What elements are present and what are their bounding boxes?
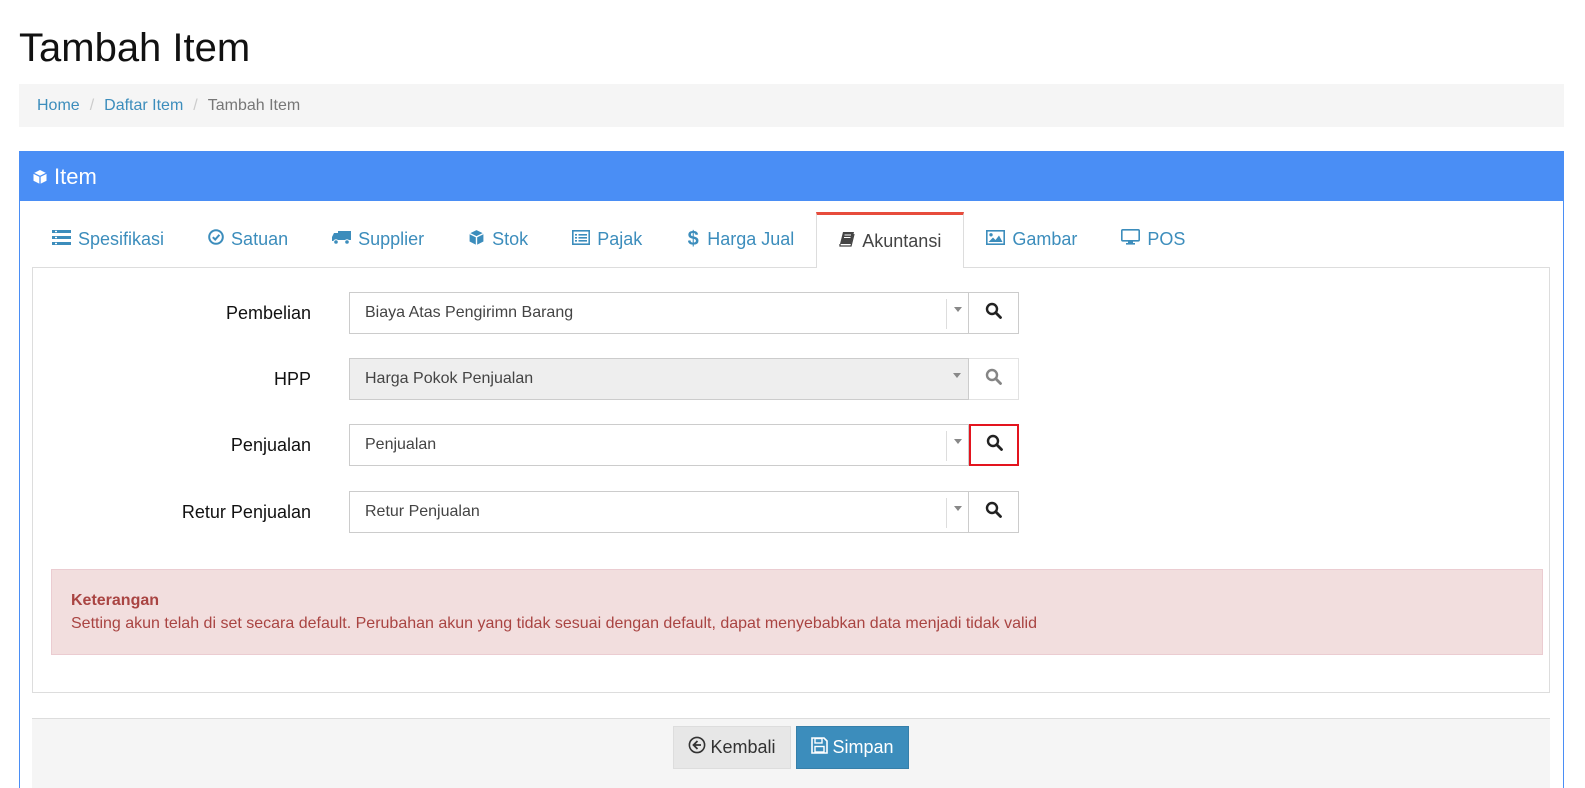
back-button-label: Kembali: [710, 737, 776, 757]
panel-title: Item: [54, 163, 97, 189]
field-label: HPP: [273, 369, 311, 389]
list-alt-icon: [572, 229, 591, 250]
caret-down-icon: [953, 307, 962, 312]
search-icon: [985, 368, 1002, 390]
caret-down-icon: [953, 373, 961, 378]
desktop-icon: [1121, 229, 1141, 250]
list-icon: [52, 229, 71, 250]
tab-pos[interactable]: POS: [1099, 212, 1207, 267]
tab-label: Pajak: [597, 229, 643, 249]
select-value: Retur Penjualan: [365, 503, 480, 520]
dropdown-arrow: [946, 365, 968, 395]
tab-label: Stok: [492, 229, 529, 249]
select-value: Biaya Atas Pengirimn Barang: [365, 304, 574, 321]
dropdown-arrow[interactable]: [946, 299, 968, 329]
penjualan-account-select[interactable]: Penjualan: [349, 424, 969, 466]
pembelian-search-button[interactable]: [969, 292, 1019, 334]
caret-down-icon: [953, 439, 962, 444]
form-row-hpp: HPP Harga Pokok Penjualan: [33, 358, 1549, 400]
form-row-pembelian: Pembelian Biaya Atas Pengirimn Barang: [33, 292, 1549, 334]
breadcrumb-separator: /: [89, 96, 95, 114]
save-button[interactable]: Simpan: [796, 726, 909, 769]
check-circle-icon: [208, 229, 224, 250]
hpp-search-button: [969, 358, 1019, 400]
tab-satuan[interactable]: Satuan: [186, 212, 310, 267]
breadcrumb-home-link[interactable]: Home: [37, 97, 80, 115]
tab-label: Satuan: [231, 229, 289, 249]
dollar-icon: $: [687, 228, 699, 250]
alert-title: Keterangan: [71, 592, 160, 609]
back-button[interactable]: Kembali: [673, 726, 791, 769]
tab-spesifikasi[interactable]: Spesifikasi: [32, 212, 186, 267]
page-title: Tambah Item: [19, 26, 251, 70]
select-value: Penjualan: [365, 436, 437, 453]
penjualan-search-button[interactable]: [969, 424, 1019, 466]
breadcrumb-separator: /: [193, 96, 198, 114]
dropdown-arrow[interactable]: [946, 498, 968, 528]
tab-label: Supplier: [358, 229, 425, 249]
tab-stok[interactable]: Stok: [446, 212, 550, 267]
arrow-circle-left-icon: [688, 736, 706, 759]
dropdown-arrow[interactable]: [946, 431, 968, 461]
caret-down-icon: [953, 506, 962, 511]
breadcrumb: Home / Daftar Item / Tambah Item: [19, 84, 1564, 127]
search-icon: [986, 434, 1003, 456]
tab-label: Akuntansi: [862, 231, 942, 251]
tab-label: Harga Jual: [707, 229, 795, 249]
tab-gambar[interactable]: Gambar: [964, 212, 1099, 267]
floppy-disk-icon: [811, 736, 829, 759]
retur-penjualan-account-select[interactable]: Retur Penjualan: [349, 491, 969, 533]
warning-alert: Keterangan Setting akun telah di set sec…: [51, 569, 1543, 655]
tab-pajak[interactable]: Pajak: [550, 212, 664, 267]
panel-header: Item: [20, 152, 1563, 201]
tab-label: Gambar: [1012, 229, 1078, 249]
tab-bar: Spesifikasi Satuan Supplier Stok Pajak $…: [32, 212, 1550, 268]
breadcrumb-list-link[interactable]: Daftar Item: [104, 97, 183, 115]
retur-penjualan-search-button[interactable]: [969, 491, 1019, 533]
pembelian-account-select[interactable]: Biaya Atas Pengirimn Barang: [349, 292, 969, 334]
tab-akuntansi[interactable]: Akuntansi: [816, 212, 965, 268]
hpp-account-select: Harga Pokok Penjualan: [349, 358, 969, 400]
tab-harga-jual[interactable]: $ Harga Jual: [664, 212, 816, 267]
item-panel: Item Spesifikasi Satuan Supplier Stok Pa…: [19, 151, 1564, 788]
tab-content-akuntansi: Pembelian Biaya Atas Pengirimn Barang HP…: [32, 267, 1550, 693]
tab-label: Spesifikasi: [78, 229, 165, 249]
truck-icon: [332, 229, 352, 250]
field-label: Retur Penjualan: [181, 502, 311, 522]
save-button-label: Simpan: [832, 737, 894, 757]
alert-text: Setting akun telah di set secara default…: [71, 615, 1037, 632]
image-icon: [986, 229, 1006, 250]
search-icon: [985, 501, 1002, 523]
field-label: Penjualan: [230, 435, 311, 455]
search-icon: [985, 302, 1002, 324]
cube-icon: [32, 169, 48, 185]
tab-label: POS: [1147, 229, 1186, 249]
tab-supplier[interactable]: Supplier: [310, 212, 446, 267]
book-icon: [839, 231, 855, 252]
form-row-retur-penjualan: Retur Penjualan Retur Penjualan: [33, 491, 1549, 533]
cube-icon: [468, 229, 485, 251]
form-footer: Kembali Simpan: [32, 718, 1550, 788]
breadcrumb-current: Tambah Item: [207, 96, 301, 114]
field-label: Pembelian: [225, 303, 311, 323]
select-value: Harga Pokok Penjualan: [365, 370, 534, 387]
form-row-penjualan: Penjualan Penjualan: [33, 424, 1549, 466]
